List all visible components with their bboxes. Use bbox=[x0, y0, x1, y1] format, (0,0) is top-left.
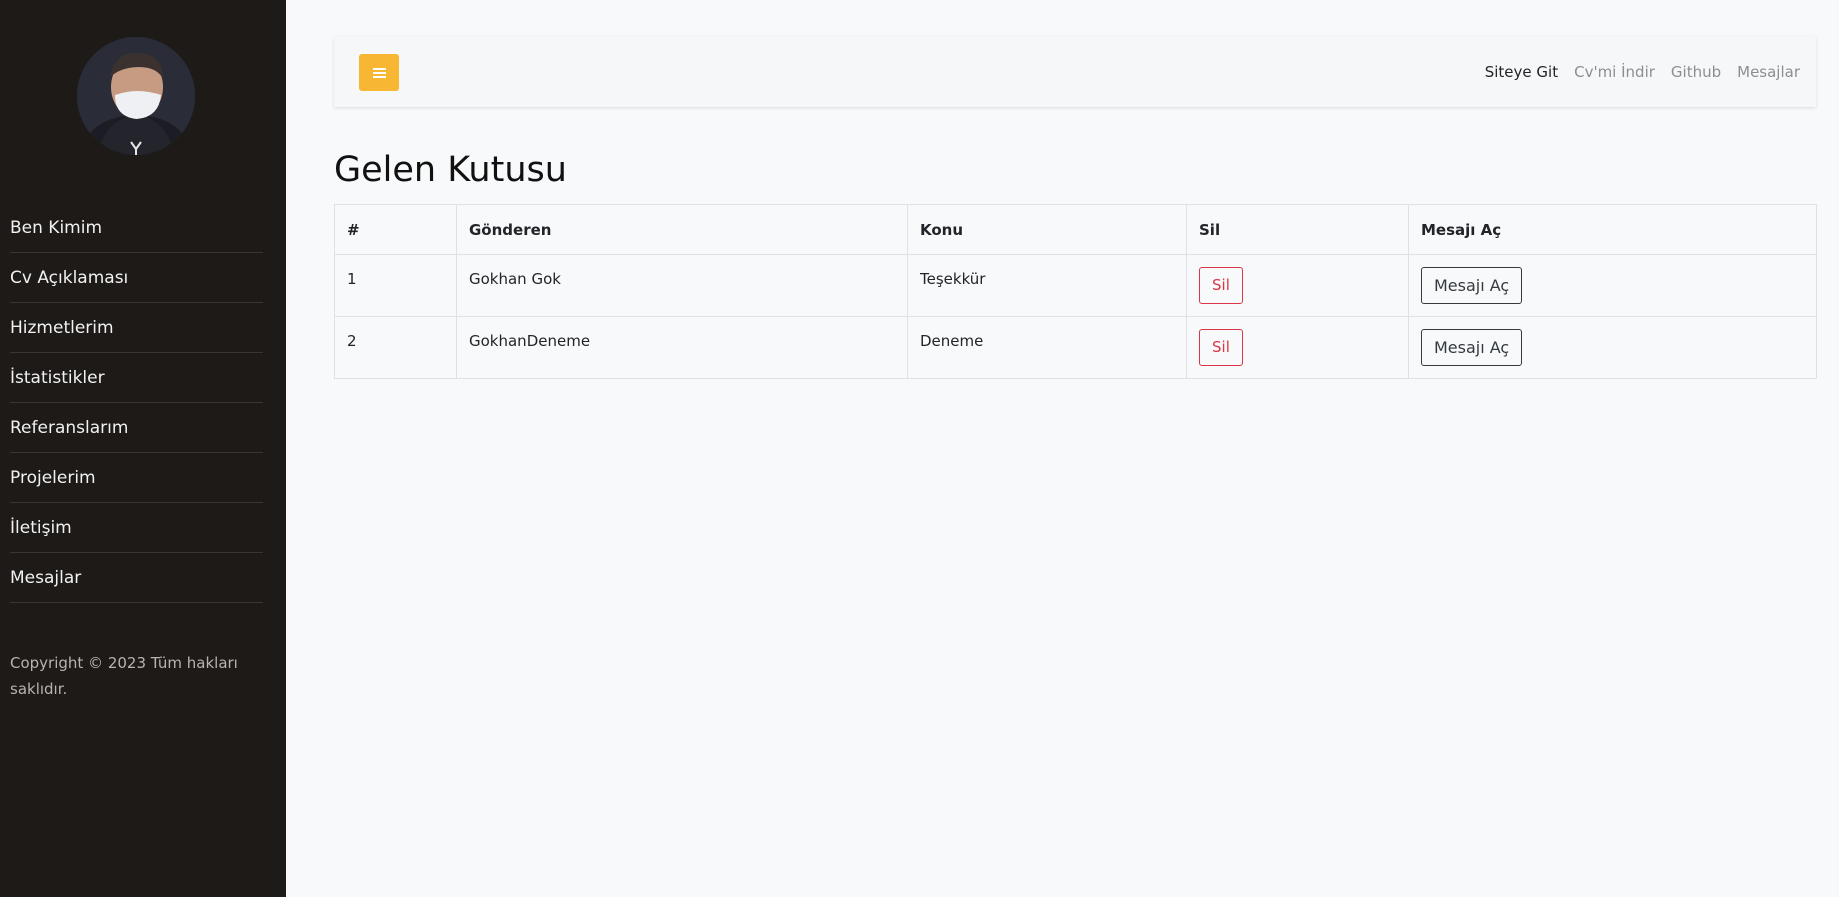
open-message-button[interactable]: Mesajı Aç bbox=[1421, 267, 1523, 304]
sidebar-item-label: Cv Açıklaması bbox=[10, 267, 129, 288]
nav-link-siteye-git[interactable]: Siteye Git bbox=[1485, 63, 1558, 81]
table-row: 2 GokhanDeneme Deneme Sil Mesajı Aç bbox=[334, 316, 1817, 379]
cell-delete: Sil bbox=[1186, 254, 1409, 317]
nav-link-github[interactable]: Github bbox=[1671, 63, 1721, 81]
nav-link-cv-indir[interactable]: Cv'mi İndir bbox=[1574, 63, 1655, 81]
column-header-delete: Sil bbox=[1186, 204, 1409, 255]
sidebar-item-label: Mesajlar bbox=[10, 567, 82, 588]
page-title: Gelen Kutusu bbox=[334, 150, 567, 190]
sidebar-item-label: Referanslarım bbox=[10, 417, 129, 438]
sidebar-item-referanslarim[interactable]: Referanslarım bbox=[10, 403, 263, 453]
sidebar: Ben Kimim Cv Açıklaması Hizmetlerim İsta… bbox=[0, 0, 286, 897]
cell-id: 1 bbox=[334, 254, 457, 317]
column-header-open: Mesajı Aç bbox=[1408, 204, 1817, 255]
top-nav-links: Siteye Git Cv'mi İndir Github Mesajlar bbox=[1485, 37, 1816, 107]
sidebar-item-label: Ben Kimim bbox=[10, 217, 103, 238]
column-header-number: # bbox=[334, 204, 457, 255]
sidebar-item-istatistikler[interactable]: İstatistikler bbox=[10, 353, 263, 403]
column-header-sender: Gönderen bbox=[456, 204, 908, 255]
delete-button[interactable]: Sil bbox=[1199, 267, 1243, 304]
sidebar-item-ben-kimim[interactable]: Ben Kimim bbox=[10, 203, 263, 253]
sidebar-item-label: İletişim bbox=[10, 517, 72, 538]
avatar[interactable] bbox=[77, 37, 195, 155]
sidebar-item-label: Projelerim bbox=[10, 467, 96, 488]
table-row: 1 Gokhan Gok Teşekkür Sil Mesajı Aç bbox=[334, 254, 1817, 317]
top-navbar: Siteye Git Cv'mi İndir Github Mesajlar bbox=[334, 37, 1816, 107]
sidebar-item-projelerim[interactable]: Projelerim bbox=[10, 453, 263, 503]
table-header-row: # Gönderen Konu Sil Mesajı Aç bbox=[334, 204, 1817, 255]
cell-sender: Gokhan Gok bbox=[456, 254, 908, 317]
cell-delete: Sil bbox=[1186, 316, 1409, 379]
cell-subject: Teşekkür bbox=[907, 254, 1187, 317]
sidebar-toggle-button[interactable] bbox=[359, 54, 399, 91]
sidebar-item-cv-aciklamasi[interactable]: Cv Açıklaması bbox=[10, 253, 263, 303]
sidebar-item-hizmetlerim[interactable]: Hizmetlerim bbox=[10, 303, 263, 353]
open-message-button[interactable]: Mesajı Aç bbox=[1421, 329, 1523, 366]
sidebar-nav: Ben Kimim Cv Açıklaması Hizmetlerim İsta… bbox=[10, 203, 263, 603]
sidebar-item-label: İstatistikler bbox=[10, 367, 105, 388]
cell-id: 2 bbox=[334, 316, 457, 379]
column-header-subject: Konu bbox=[907, 204, 1187, 255]
delete-button[interactable]: Sil bbox=[1199, 329, 1243, 366]
messages-table: # Gönderen Konu Sil Mesajı Aç 1 Gokhan G… bbox=[334, 204, 1817, 379]
sidebar-item-label: Hizmetlerim bbox=[10, 317, 114, 338]
avatar-image bbox=[77, 37, 195, 155]
copyright-text: Copyright © 2023 Tüm hakları saklıdır. bbox=[10, 654, 238, 698]
sidebar-item-mesajlar[interactable]: Mesajlar bbox=[10, 553, 263, 603]
cell-open: Mesajı Aç bbox=[1408, 254, 1817, 317]
cell-sender: GokhanDeneme bbox=[456, 316, 908, 379]
sidebar-item-iletisim[interactable]: İletişim bbox=[10, 503, 263, 553]
cell-open: Mesajı Aç bbox=[1408, 316, 1817, 379]
nav-link-mesajlar[interactable]: Mesajlar bbox=[1737, 63, 1800, 81]
cell-subject: Deneme bbox=[907, 316, 1187, 379]
menu-bars-icon bbox=[372, 67, 386, 78]
